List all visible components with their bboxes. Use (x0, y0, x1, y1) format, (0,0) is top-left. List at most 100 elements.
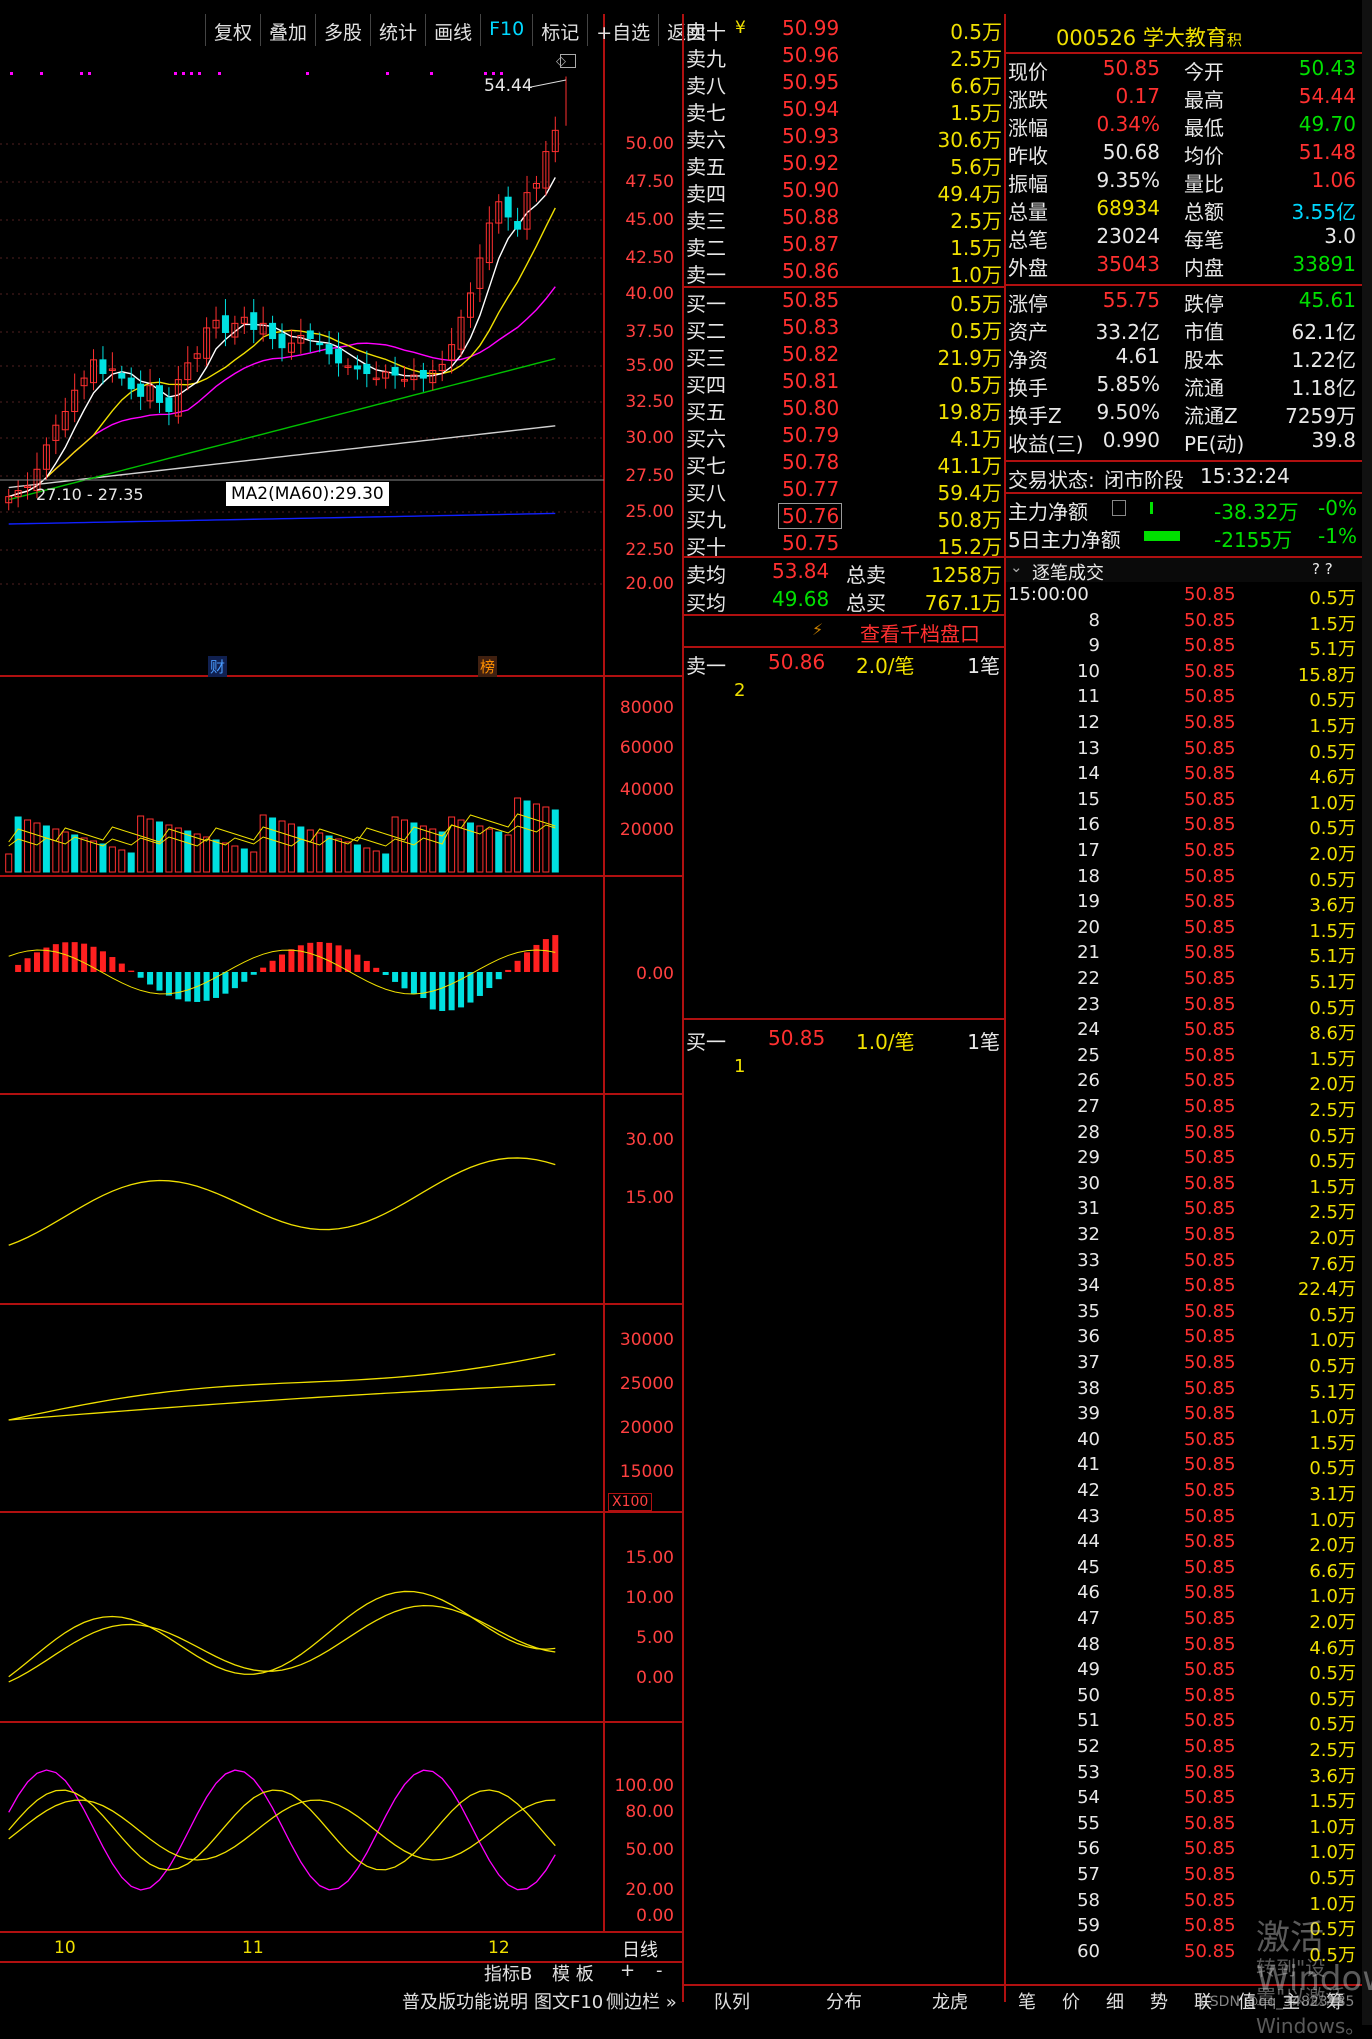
ask-row[interactable]: 卖六 50.93 30.6万 (686, 124, 1004, 152)
indicator5-line2 (8, 1604, 556, 1683)
ask-row[interactable]: 卖五 50.92 5.6万 (686, 151, 1004, 179)
ask-row[interactable]: 卖三 50.88 2.5万 (686, 205, 1004, 233)
bid-level-label: 买九 (686, 508, 726, 532)
bid-row[interactable]: 买二 50.83 0.5万 (686, 315, 1004, 343)
macd-bar (514, 960, 521, 972)
tick-volume: 1.5万 (1309, 1432, 1356, 1454)
signal-dot (10, 72, 13, 75)
diamond-icon[interactable]: ◇ (556, 54, 566, 69)
quote-tab[interactable]: 势 (1150, 1988, 1168, 2016)
queue-bid-per: 1.0/笔 (856, 1030, 915, 1054)
add-favorite-button[interactable]: +自选 (587, 14, 658, 46)
tab-queue[interactable]: 队列 (714, 1988, 750, 2016)
collapse-icon[interactable]: ⌄ (1010, 558, 1023, 576)
tab-distribution[interactable]: 分布 (826, 1988, 862, 2016)
quote-label: 流通 (1184, 376, 1224, 400)
ask-price: 50.99 (782, 16, 840, 40)
bid-price: 50.77 (782, 477, 840, 501)
fuquan-button[interactable]: 复权 (205, 14, 260, 46)
macd-bar (241, 972, 248, 982)
ma-tooltip: MA2(MA60):29.30 (226, 482, 389, 506)
macd-bar (458, 972, 465, 1008)
multi-stock-button[interactable]: 多股 (315, 14, 370, 46)
flow-chart-icon[interactable] (1112, 500, 1126, 516)
tick-time: 23 (1077, 993, 1100, 1015)
bid-level-label: 买四 (686, 373, 726, 397)
tick-price: 50.85 (1184, 763, 1236, 785)
ask-level-label: 卖八 (686, 74, 726, 98)
ask-row[interactable]: 卖八 50.95 6.6万 (686, 70, 1004, 98)
price-axis-label: 30.00 (625, 428, 674, 448)
draw-line-button[interactable]: 画线 (425, 14, 480, 46)
bid-row[interactable]: 买四 50.81 0.5万 (686, 369, 1004, 397)
bid-row[interactable]: 买十 50.75 15.2万 (686, 531, 1004, 559)
finance-marker[interactable]: 财 (208, 656, 228, 677)
macd-bar (109, 957, 116, 972)
tick-time: 26 (1077, 1070, 1100, 1092)
sidebar-toggle[interactable]: 侧边栏 » (606, 1988, 677, 2016)
tick-volume: 1.5万 (1309, 613, 1356, 635)
tick-volume: 1.0万 (1309, 1586, 1356, 1608)
tab-dragon-tiger[interactable]: 龙虎 (932, 1988, 968, 2016)
quote-tab[interactable]: 笔 (1018, 1988, 1036, 2016)
template-tab[interactable]: 模 板 (552, 1960, 594, 1988)
chart-area[interactable] (0, 0, 682, 2025)
bid-row[interactable]: 买五 50.80 19.8万 (686, 396, 1004, 424)
chart-svg (0, 14, 682, 1963)
view-depth-link[interactable]: 查看千档盘口 (860, 618, 980, 647)
divider-left (682, 14, 684, 2002)
quote-value: 1.06 (1311, 168, 1356, 192)
queue-ask-per: 2.0/笔 (856, 654, 915, 678)
ask-row[interactable]: 卖二 50.87 1.5万 (686, 232, 1004, 260)
tick-time: 32 (1077, 1224, 1100, 1245)
macd-bar (288, 949, 295, 972)
stats-button[interactable]: 统计 (370, 14, 425, 46)
tick-volume: 5.1万 (1309, 639, 1356, 661)
macd-bar (260, 967, 267, 972)
tick-price: 50.85 (1184, 968, 1236, 989)
price-axis-label: 20.00 (625, 574, 674, 594)
bid-price: 50.80 (782, 396, 840, 420)
ind3-axis-label: 30.00 (625, 1130, 674, 1150)
overlay-button[interactable]: 叠加 (260, 14, 315, 46)
ask-row[interactable]: 卖七 50.94 1.5万 (686, 97, 1004, 125)
volume-bar (5, 853, 13, 873)
ticks-help[interactable]: ? ? (1312, 560, 1333, 578)
bid-row[interactable]: 买六 50.79 4.1万 (686, 423, 1004, 451)
quote-label: 涨跌 (1008, 88, 1048, 112)
ask-row[interactable]: 卖九 50.96 2.5万 (686, 43, 1004, 71)
bid-row[interactable]: 买八 50.77 59.4万 (686, 477, 1004, 505)
remove-indicator-button[interactable]: - (656, 1960, 663, 1988)
signal-dot (218, 72, 221, 75)
period-label[interactable]: 日线 (622, 1936, 658, 1962)
bid-row[interactable]: 买三 50.82 21.9万 (686, 342, 1004, 370)
price-axis-label: 42.50 (625, 248, 674, 268)
volume-bar (14, 816, 22, 873)
add-indicator-button[interactable]: + (620, 1960, 635, 1988)
signal-dot (386, 72, 389, 75)
bid-row[interactable]: 买九 50.76 50.8万 (686, 504, 1004, 532)
mark-button[interactable]: 标记 (532, 14, 587, 46)
signal-dot (174, 72, 177, 75)
ask-row[interactable]: 卖十 50.99 0.5万 (686, 16, 1004, 44)
billboard-marker[interactable]: 榜 (478, 656, 498, 677)
tick-price: 50.85 (1184, 891, 1236, 913)
bid-row[interactable]: 买一 50.85 0.5万 (686, 288, 1004, 316)
tick-time: 52 (1077, 1736, 1100, 1757)
quote-tab[interactable]: 价 (1062, 1988, 1080, 2016)
indicator-b-tab[interactable]: 指标B (484, 1960, 532, 1988)
macd-bar (505, 969, 512, 972)
volume-bar (127, 852, 135, 873)
macd-bar (382, 972, 389, 975)
f10-button[interactable]: F10 (480, 14, 532, 46)
volume-bar (485, 828, 493, 873)
f10-link[interactable]: 图文F10 (534, 1988, 603, 2016)
ask-volume: 5.6万 (950, 155, 1002, 179)
ask-row[interactable]: 卖四 50.90 49.4万 (686, 178, 1004, 206)
help-link[interactable]: 普及版功能说明 (402, 1988, 528, 2016)
macd-bar (297, 945, 304, 972)
ask-row[interactable]: 卖一 50.86 1.0万 (686, 259, 1004, 287)
quote-tab[interactable]: 细 (1106, 1988, 1124, 2016)
bid-row[interactable]: 买七 50.78 41.1万 (686, 450, 1004, 478)
macd-bar (354, 954, 361, 972)
